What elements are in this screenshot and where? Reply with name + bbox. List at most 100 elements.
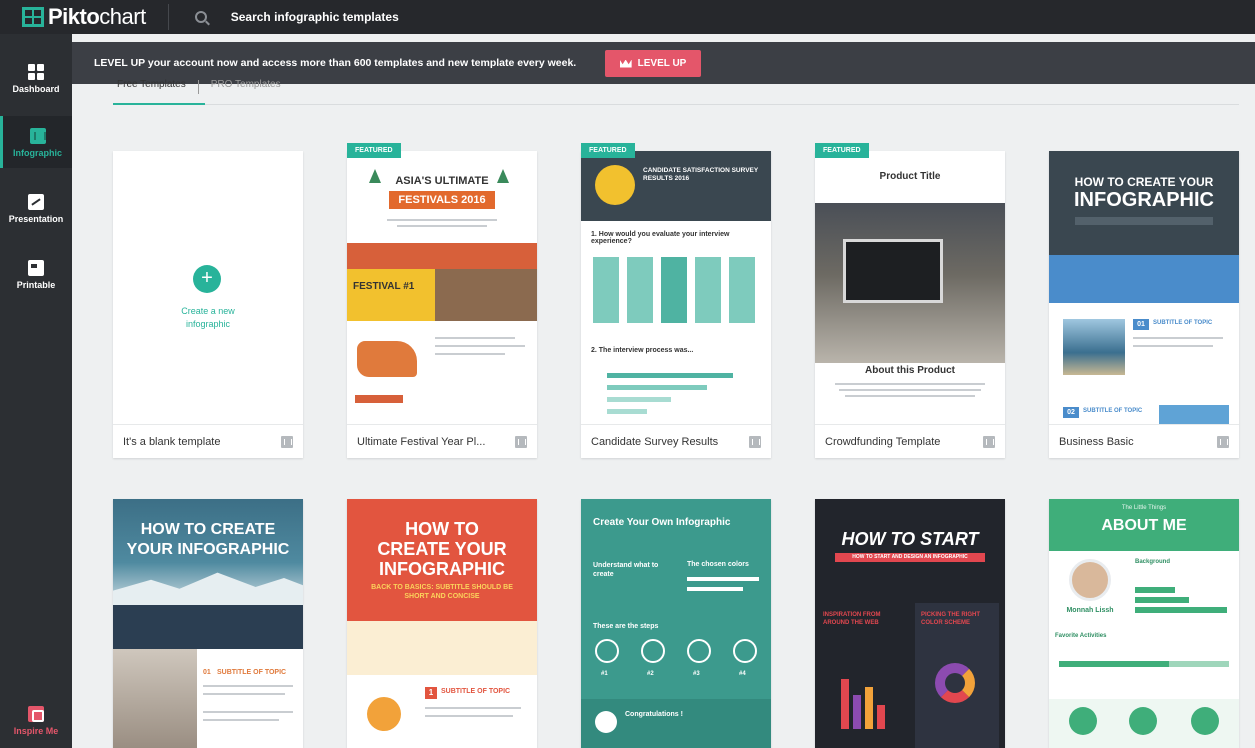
inspire-me-button[interactable]: Inspire Me [0, 706, 72, 746]
template-card-business-basic[interactable]: HOW TO CREATE YOUR INFOGRAPHIC 01 SUBTIT… [1049, 151, 1239, 458]
balloon-icon [1129, 707, 1157, 735]
banner-text: LEVEL UP your account now and access mor… [94, 57, 577, 69]
template-thumbnail[interactable]: Product Title About this Product [815, 151, 1005, 424]
thumb-subheading: HOW TO START AND DESIGN AN INFOGRAPHIC [852, 554, 968, 560]
topic-number: 1 [425, 687, 437, 699]
presentation-icon [28, 194, 44, 210]
sidebar-item-label: Presentation [8, 214, 64, 224]
avatar [595, 165, 635, 205]
card-footer: Ultimate Festival Year Pl... [347, 424, 537, 458]
top-bar: Piktochart Search infographic templates [0, 0, 1255, 34]
level-up-button[interactable]: LEVEL UP [605, 50, 701, 77]
thumb-heading: Product Title [879, 171, 941, 182]
template-card-festival[interactable]: FEATURED ASIA'S ULTIMATE FESTIVALS 2016 … [347, 143, 537, 458]
create-new-label[interactable]: Create a new infographic [113, 305, 303, 331]
topbar-divider [167, 4, 169, 30]
topic-label: SUBTITLE OF TOPIC [1083, 408, 1143, 414]
template-card-survey[interactable]: FEATURED CANDIDATE SATISFACTION SURVEY R… [581, 143, 771, 458]
step-icon [687, 639, 711, 663]
template-tabs: Free Templates PRO Templates [113, 79, 285, 104]
template-card-create-your-own[interactable]: Create Your Own Infographic Understand w… [581, 499, 771, 748]
thumb-yellow-block [347, 269, 435, 321]
sidebar-item-printable[interactable]: Printable [0, 260, 72, 300]
card-footer: It's a blank template [113, 424, 303, 458]
donut-graphic [935, 663, 975, 703]
step-icon [641, 639, 665, 663]
thumb-col-1: INSPIRATION FROM AROUND THE WEB [823, 612, 881, 626]
template-thumbnail[interactable]: ASIA'S ULTIMATE FESTIVALS 2016 FESTIVAL … [347, 151, 537, 424]
featured-badge: FEATURED [347, 143, 401, 158]
infographic-type-icon [983, 435, 995, 448]
card-title: Ultimate Festival Year Pl... [357, 435, 486, 448]
thumb-heading: ABOUT ME [1101, 517, 1187, 534]
template-card-how-to-create[interactable]: HOW TO CREATE YOUR INFOGRAPHIC 01 SUBTIT… [113, 499, 303, 748]
template-thumbnail[interactable]: Create Your Own Infographic Understand w… [581, 499, 771, 748]
template-thumbnail[interactable]: HOW TO CREATE YOUR INFOGRAPHIC 01 SUBTIT… [113, 499, 303, 748]
thumb-subheading-2: INFOGRAPHIC [379, 559, 505, 579]
step-number: #1 [601, 671, 608, 677]
thumb-subheading: FESTIVALS 2016 [398, 194, 486, 206]
search-input[interactable]: Search infographic templates [231, 10, 399, 24]
thumb-col-1: Understand what to create [593, 562, 659, 578]
template-thumbnail[interactable]: HOW TO START HOW TO START AND DESIGN AN … [815, 499, 1005, 748]
step-number: #3 [693, 671, 700, 677]
thumb-subheading: About this Product [865, 365, 955, 376]
thumb-heading: HOW TO START [841, 529, 979, 549]
thumb-col-2: The chosen colors [687, 561, 749, 568]
template-card-blank[interactable]: + Create a new infographic It's a blank … [113, 151, 303, 458]
sidebar-item-presentation[interactable]: Presentation [0, 194, 72, 234]
sidebar-item-infographic[interactable]: Infographic [0, 116, 72, 168]
upgrade-banner: LEVEL UP your account now and access mor… [72, 42, 1255, 84]
card-title: Business Basic [1059, 435, 1134, 448]
active-tab-indicator [113, 103, 205, 105]
printable-icon [28, 260, 44, 276]
card-title: Crowdfunding Template [825, 435, 941, 448]
topic-number: 01 [203, 669, 211, 676]
thumb-bg-label: Background [1135, 559, 1171, 565]
thumb-steps-label: These are the steps [593, 623, 659, 630]
tab-pro-templates[interactable]: PRO Templates [207, 79, 285, 90]
search-icon[interactable] [194, 11, 207, 23]
thumb-question-2: 2. The interview process was... [591, 347, 694, 354]
thumb-subheading: YOUR INFOGRAPHIC [126, 541, 290, 558]
template-thumbnail[interactable]: HOW TO CREATE YOUR INFOGRAPHIC 01 SUBTIT… [1049, 151, 1239, 424]
template-card-about-me[interactable]: The Little Things ABOUT ME Monnah Lissh … [1049, 499, 1239, 748]
inspire-icon [28, 706, 44, 722]
thumb-congrats: Congratulations ! [625, 711, 683, 718]
sidebar-item-dashboard[interactable]: Dashboard [0, 64, 72, 104]
plus-icon[interactable]: + [193, 265, 221, 293]
plane-icon [1069, 707, 1097, 735]
thumb-heading: HOW TO CREATE [140, 521, 276, 538]
thumb-blue-band [1049, 255, 1239, 303]
logo-icon [22, 7, 44, 27]
topic-label: SUBTITLE OF TOPIC [1153, 320, 1213, 326]
dashboard-icon [28, 64, 44, 80]
topic-number: 02 [1063, 407, 1079, 418]
thumb-question-1: 1. How would you evaluate your interview… [591, 231, 730, 245]
tab-free-templates[interactable]: Free Templates [113, 79, 190, 90]
topic-number: 01 [1133, 319, 1149, 330]
featured-badge: FEATURED [815, 143, 869, 158]
thumb-heading: HOW TO CREATE YOUR [1074, 175, 1214, 189]
template-card-crowdfunding[interactable]: FEATURED Product Title About this Produc… [815, 143, 1005, 458]
template-card-how-to-start[interactable]: HOW TO START HOW TO START AND DESIGN AN … [815, 499, 1005, 748]
sidebar-item-label: Dashboard [12, 84, 60, 94]
template-thumbnail[interactable]: HOW TO CREATE YOUR INFOGRAPHIC BACK TO B… [347, 499, 537, 748]
thumb-fav-label: Favorite Activities [1055, 633, 1107, 639]
step-icon [733, 639, 757, 663]
thumb-heading: Create Your Own Infographic [593, 517, 731, 528]
logo-text-bold: Pikto [48, 4, 100, 29]
thumb-map [357, 341, 417, 377]
template-card-how-to-create-red[interactable]: HOW TO CREATE YOUR INFOGRAPHIC BACK TO B… [347, 499, 537, 748]
topic-label: SUBTITLE OF TOPIC [441, 688, 511, 695]
piktochart-logo[interactable]: Piktochart [22, 0, 146, 34]
template-thumbnail[interactable]: CANDIDATE SATISFACTION SURVEY RESULTS 20… [581, 151, 771, 424]
thumb-band [347, 243, 537, 269]
template-thumbnail[interactable]: + Create a new infographic [113, 151, 303, 424]
sidebar: Dashboard Infographic Presentation Print… [0, 34, 72, 748]
level-up-label: LEVEL UP [637, 58, 687, 69]
template-thumbnail[interactable]: The Little Things ABOUT ME Monnah Lissh … [1049, 499, 1239, 748]
car-icon [1191, 707, 1219, 735]
logo-text-thin: chart [99, 4, 146, 29]
sidebar-item-label: Infographic [13, 148, 62, 158]
